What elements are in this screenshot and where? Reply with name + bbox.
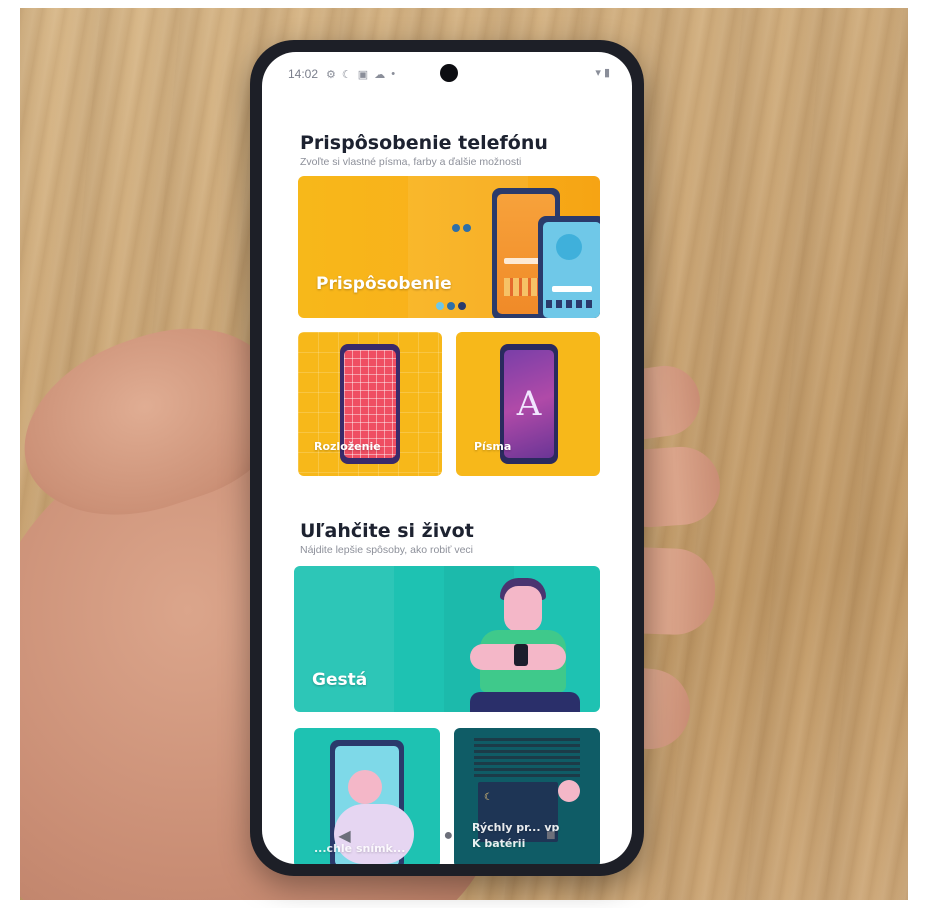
back-icon[interactable]: ◀ — [338, 826, 350, 846]
color-dots — [452, 224, 471, 232]
status-time: 14:02 — [288, 67, 319, 81]
moon-icon-small: ☾ — [484, 792, 493, 803]
fonts-card-label: Písma — [474, 440, 512, 453]
gestures-card[interactable]: Gestá — [294, 566, 600, 712]
color-dots-bottom — [436, 302, 466, 310]
phone-screen: 14:02 ⚙ ☾ ▣ ☁ • ▾ ▮ Prispôsobenie telefó… — [262, 52, 632, 864]
recents-icon[interactable]: ■ — [546, 827, 556, 845]
dot-icon: • — [391, 67, 396, 80]
section-subtitle-customize: Zvoľte si vlastné písma, farby a ďalšie … — [300, 156, 522, 168]
fonts-card[interactable]: A Písma — [456, 332, 600, 476]
battery-icon: ▮ — [603, 67, 610, 79]
person-illustration — [470, 574, 580, 712]
layout-card-label: Rozloženie — [314, 440, 381, 453]
status-icons: ⚙ ☾ ▣ ☁ • — [326, 68, 395, 81]
section-title-life: Uľahčite si život — [300, 520, 474, 542]
fonts-glyph: A — [516, 384, 542, 424]
customize-card[interactable]: Prispôsobenie — [298, 176, 600, 318]
wifi-icon: ▾ — [595, 67, 601, 79]
phone-illustration-front — [538, 216, 600, 318]
customize-card-label: Prispôsobenie — [316, 274, 452, 294]
layout-card[interactable]: Rozloženie — [298, 332, 442, 476]
nfc-icon: ▣ — [357, 68, 369, 81]
home-icon[interactable]: ● — [443, 827, 453, 845]
gear-icon: ⚙ — [326, 68, 336, 81]
status-right: ▾ ▮ — [595, 66, 610, 79]
navigation-bar: ◀ ● ■ — [292, 816, 602, 856]
section-title-customize: Prispôsobenie telefónu — [300, 132, 548, 154]
gestures-card-label: Gestá — [312, 670, 368, 690]
section-subtitle-life: Nájdite lepšie spôsoby, ako robiť veci — [300, 544, 473, 556]
moon-icon: ☾ — [341, 68, 352, 81]
cloud-icon: ☁ — [374, 68, 386, 81]
front-camera — [440, 64, 458, 82]
